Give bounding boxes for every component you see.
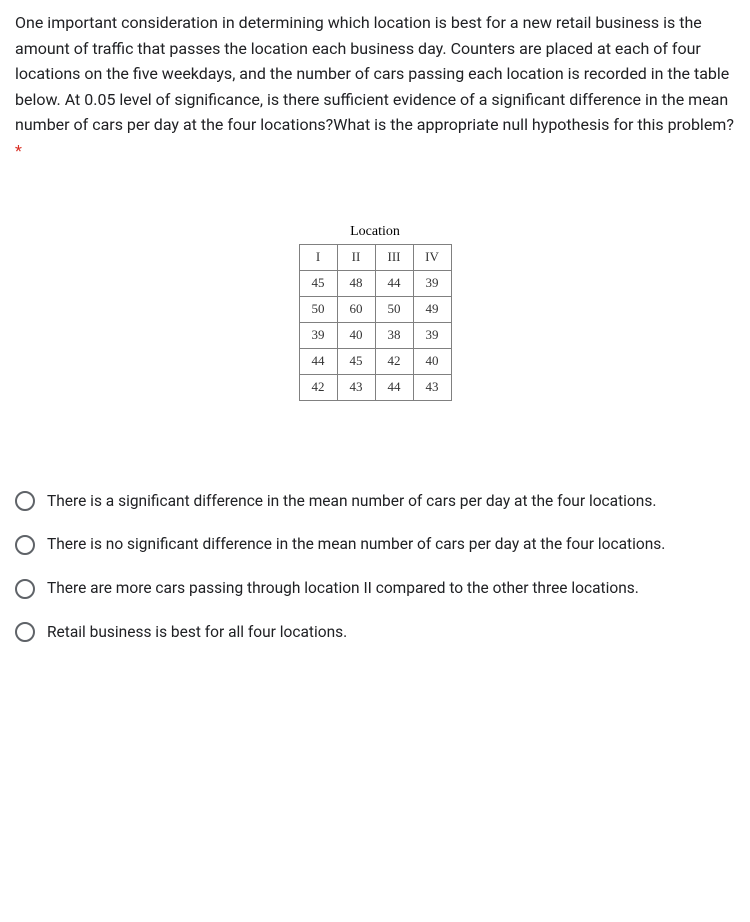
question-body: One important consideration in determini… [15,13,734,134]
table-cell: 44 [375,374,413,400]
table-row: 44 45 42 40 [299,348,451,374]
table-container: Location I II III IV 45 48 44 39 50 60 5… [15,224,735,401]
radio-icon [15,579,35,599]
table-row: 50 60 50 49 [299,296,451,322]
location-data-table: I II III IV 45 48 44 39 50 60 50 49 39 4… [299,244,452,401]
option-label: Retail business is best for all four loc… [47,622,735,644]
table-header-cell: III [375,244,413,270]
radio-option-4[interactable]: Retail business is best for all four loc… [15,622,735,644]
table-cell: 42 [299,374,337,400]
table-cell: 60 [337,296,375,322]
table-cell: 45 [299,270,337,296]
table-cell: 44 [299,348,337,374]
table-cell: 50 [375,296,413,322]
table-cell: 49 [413,296,451,322]
table-header-cell: II [337,244,375,270]
table-cell: 45 [337,348,375,374]
table-cell: 44 [375,270,413,296]
table-row: 45 48 44 39 [299,270,451,296]
option-label: There is a significant difference in the… [47,491,735,513]
table-cell: 50 [299,296,337,322]
radio-option-3[interactable]: There are more cars passing through loca… [15,578,735,600]
required-marker: * [15,141,22,160]
radio-option-1[interactable]: There is a significant difference in the… [15,491,735,513]
option-label: There are more cars passing through loca… [47,578,735,600]
radio-icon [15,535,35,555]
option-label: There is no significant difference in th… [47,534,735,556]
options-list: There is a significant difference in the… [15,491,735,644]
table-cell: 39 [413,322,451,348]
question-text: One important consideration in determini… [15,10,735,164]
radio-option-2[interactable]: There is no significant difference in th… [15,534,735,556]
radio-icon [15,622,35,642]
table-cell: 39 [299,322,337,348]
table-cell: 40 [337,322,375,348]
radio-icon [15,491,35,511]
table-cell: 43 [337,374,375,400]
table-cell: 43 [413,374,451,400]
table-cell: 48 [337,270,375,296]
table-header-cell: IV [413,244,451,270]
table-header-row: I II III IV [299,244,451,270]
table-row: 39 40 38 39 [299,322,451,348]
table-row: 42 43 44 43 [299,374,451,400]
table-header-cell: I [299,244,337,270]
table-cell: 42 [375,348,413,374]
table-cell: 40 [413,348,451,374]
table-cell: 39 [413,270,451,296]
table-cell: 38 [375,322,413,348]
table-title: Location [350,224,400,240]
